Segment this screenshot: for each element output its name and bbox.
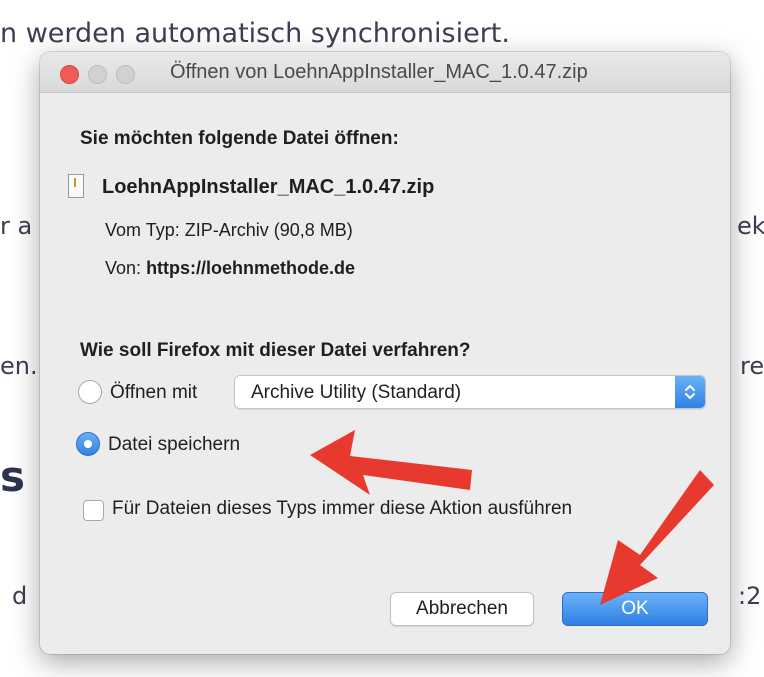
minimize-window-button[interactable]	[88, 65, 107, 84]
always-do-this-checkbox[interactable]	[83, 500, 104, 521]
cancel-button[interactable]: Abbrechen	[390, 592, 534, 626]
file-source-label: Von:	[105, 258, 142, 278]
action-question: Wie soll Firefox mit dieser Datei verfah…	[80, 340, 471, 361]
file-type-row: Vom Typ: ZIP-Archiv (90,8 MB)	[105, 220, 353, 241]
background-fragment: re	[740, 352, 764, 380]
background-fragment: ek	[737, 212, 764, 240]
dialog-intro: Sie möchten folgende Datei öffnen:	[80, 128, 399, 149]
ok-button[interactable]: OK	[562, 592, 708, 626]
select-stepper[interactable]	[675, 376, 705, 408]
file-type-value: ZIP-Archiv (90,8 MB)	[184, 220, 353, 240]
file-name: LoehnAppInstaller_MAC_1.0.47.zip	[102, 176, 435, 198]
close-window-button[interactable]	[60, 65, 79, 84]
file-type-label: Vom Typ:	[105, 220, 180, 240]
open-with-app-value: Archive Utility (Standard)	[251, 382, 462, 403]
open-with-radio[interactable]	[78, 380, 102, 404]
background-fragment: en.	[0, 352, 38, 380]
save-file-radio[interactable]	[76, 432, 100, 456]
file-icon	[68, 174, 84, 198]
chevron-updown-icon	[685, 385, 695, 399]
background-fragment: s	[0, 452, 25, 501]
background-headline: n werden automatisch synchronisiert.	[0, 18, 510, 49]
dialog-titlebar[interactable]: Öffnen von LoehnAppInstaller_MAC_1.0.47.…	[40, 52, 730, 93]
file-source-row: Von: https://loehnmethode.de	[105, 258, 355, 279]
save-file-label[interactable]: Datei speichern	[108, 434, 240, 456]
background-fragment: :2	[738, 582, 762, 610]
open-with-label[interactable]: Öffnen mit	[110, 382, 197, 404]
zoom-window-button[interactable]	[116, 65, 135, 84]
dialog-title: Öffnen von LoehnAppInstaller_MAC_1.0.47.…	[170, 61, 588, 83]
always-do-this-label[interactable]: Für Dateien dieses Typs immer diese Akti…	[112, 498, 572, 520]
background-fragment: r a	[0, 212, 33, 240]
background-fragment: d	[12, 582, 28, 610]
file-source-url: https://loehnmethode.de	[146, 258, 356, 278]
open-with-select[interactable]: Archive Utility (Standard)	[234, 375, 706, 409]
download-dialog: Öffnen von LoehnAppInstaller_MAC_1.0.47.…	[40, 52, 730, 654]
